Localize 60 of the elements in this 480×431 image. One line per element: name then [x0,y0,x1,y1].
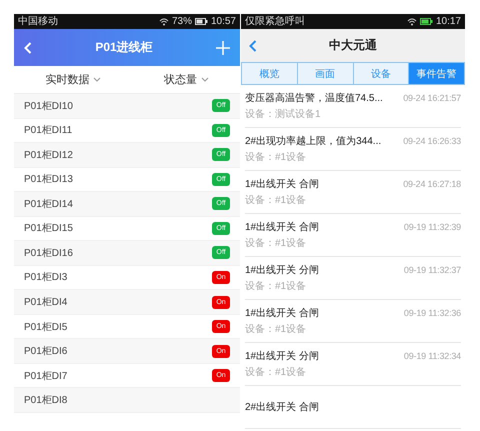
event-item[interactable]: 2#出线开关 合闸 [245,386,461,429]
screen-title: P01进线柜 [94,39,154,56]
point-name: P01柜DI6 [24,344,68,358]
event-item[interactable]: 1#出线开关 合闸 09-24 16:27:18 设备：#1设备 [245,171,461,214]
event-device: 设备：#1设备 [245,151,308,164]
point-name: P01柜DI3 [24,270,68,284]
event-item[interactable]: 变压器高温告警，温度值74.5... 09-24 16:21:57 设备：测试设备1 [245,85,461,128]
screen-title: 中大元通 [328,37,378,54]
event-device: 设备：测试设备1 [245,108,322,121]
event-device: 设备：#1设备 [245,194,308,207]
wifi-icon [406,18,417,26]
event-item[interactable]: 1#出线开关 合闸 09-19 11:32:39 设备：#1设备 [245,214,461,257]
chevron-down-icon [200,77,209,82]
chevron-down-icon [93,77,102,82]
battery-percent: 73% [172,16,192,26]
point-name: P01柜DI7 [24,370,68,383]
event-time: 09-24 16:27:18 [403,179,461,189]
battery-icon [194,18,208,25]
point-name: P01柜DI10 [24,100,73,113]
point-name: P01柜DI5 [24,320,68,334]
point-name: P01柜DI16 [24,246,73,260]
event-device: 设备：#1设备 [245,237,308,250]
event-title: 1#出线开关 合闸 [245,220,319,234]
event-device: 设备：#1设备 [245,366,308,379]
event-item[interactable]: 1#出线开关 分闸 09-19 11:32:34 设备：#1设备 [245,343,461,386]
point-name: P01柜DI12 [24,148,73,162]
point-name: P01柜DI13 [24,172,73,186]
carrier-text: 仅限紧急呼叫 [245,16,305,26]
wifi-icon [158,18,169,26]
event-time: 09-24 16:21:57 [403,93,461,103]
event-time: 09-19 11:32:34 [404,351,461,361]
point-name: P01柜DI15 [24,222,73,236]
point-name: P01柜DI14 [24,198,73,211]
event-time: 09-19 11:32:37 [404,265,461,275]
carrier-text: 中国移动 [18,16,58,26]
point-name: P01柜DI4 [24,296,68,310]
event-device: 设备：#1设备 [245,323,308,336]
event-device: 设备：#1设备 [245,280,308,293]
filter-dropdown[interactable]: 状态量 [164,72,209,87]
point-name: P01柜DI11 [24,124,72,138]
event-title: 1#出线开关 合闸 [245,178,319,191]
add-icon[interactable] [216,40,230,54]
event-title: 1#出线开关 合闸 [245,306,319,320]
event-title: 2#出线开关 合闸 [245,400,319,414]
clock-text: 10:17 [436,16,461,26]
back-icon[interactable] [249,40,257,52]
event-item[interactable]: 2#出现功率越上限，值为344... 09-24 16:26:33 设备：#1设备 [245,128,461,171]
event-time: 09-19 11:32:36 [404,308,461,318]
clock-text: 10:57 [210,16,236,26]
event-title: 变压器高温告警，温度值74.5... [245,92,383,105]
event-title: 1#出线开关 分闸 [245,350,319,363]
point-name: P01柜DI8 [24,394,68,408]
event-item[interactable]: 1#出线开关 分闸 09-19 11:32:37 设备：#1设备 [245,257,461,300]
event-time: 09-19 11:32:39 [404,222,461,232]
filter-dropdown[interactable]: 实时数据 [45,72,102,87]
event-time: 09-24 16:26:33 [403,136,461,146]
event-title: 2#出现功率越上限，值为344... [245,134,382,148]
event-item[interactable]: 1#出线开关 合闸 09-19 11:32:36 设备：#1设备 [245,300,461,343]
battery-icon [420,18,433,25]
event-title: 1#出线开关 分闸 [245,264,319,277]
